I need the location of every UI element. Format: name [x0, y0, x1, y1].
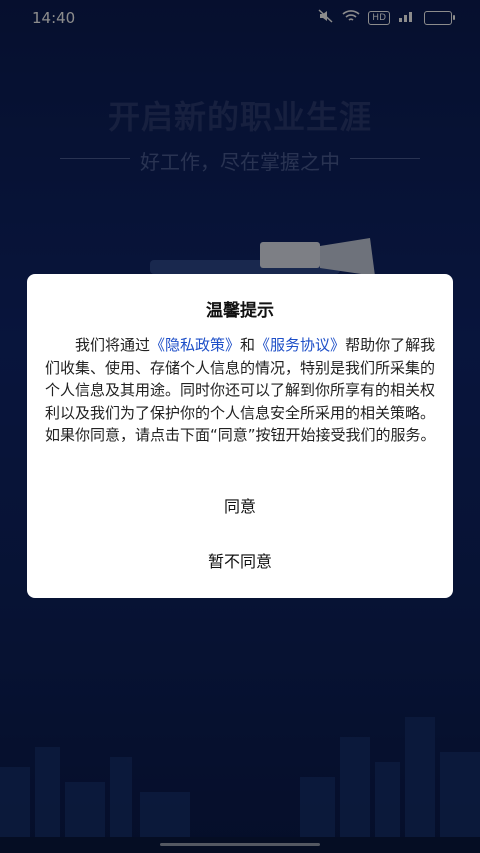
service-agreement-link[interactable]: 《服务协议》 [255, 336, 345, 354]
body-prefix: 我们将通过 [75, 336, 151, 354]
dialog-title: 温馨提示 [206, 301, 274, 321]
body-conjunction: 和 [240, 336, 256, 354]
privacy-dialog: 温馨提示 我们将通过《隐私政策》和《服务协议》帮助你了解我们收集、使用、存储个人… [27, 274, 453, 598]
privacy-policy-link[interactable]: 《隐私政策》 [150, 336, 240, 354]
dialog-body: 我们将通过《隐私政策》和《服务协议》帮助你了解我们收集、使用、存储个人信息的情况… [45, 334, 437, 447]
agree-button[interactable]: 同意 [27, 487, 453, 527]
disagree-button[interactable]: 暂不同意 [27, 542, 453, 582]
